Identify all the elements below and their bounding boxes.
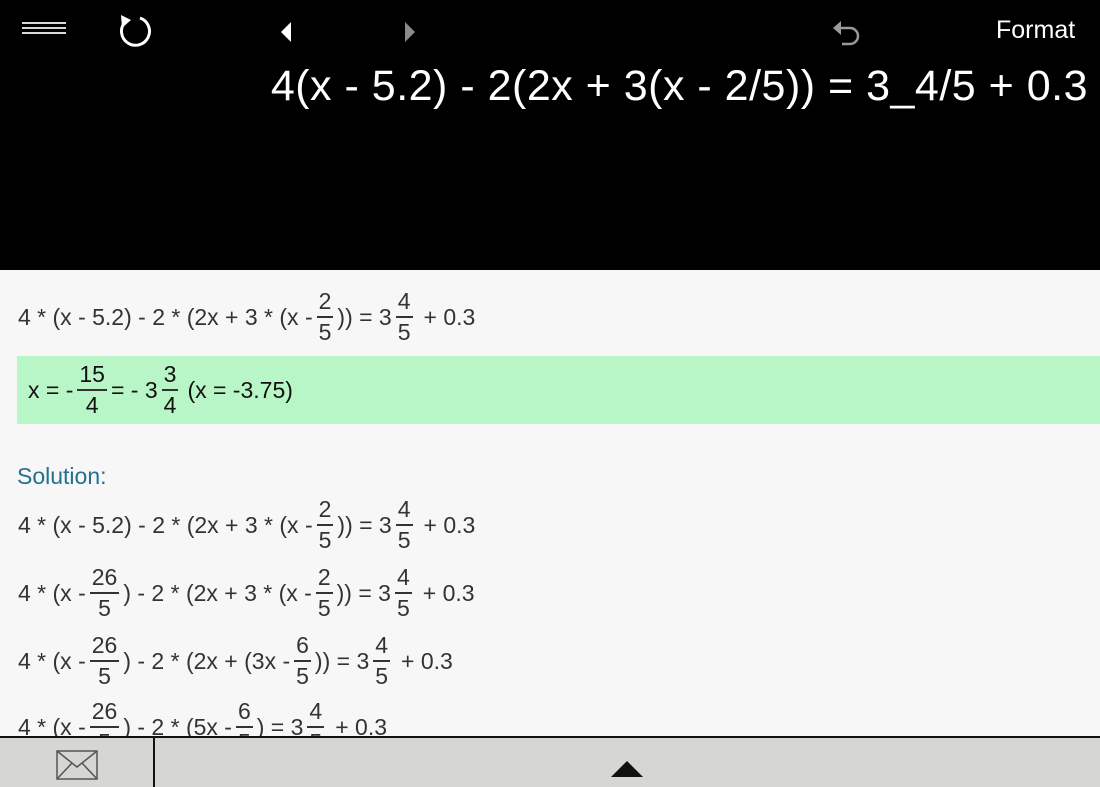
solution-step: 4 * (x - 26 5 ) - 2 * (5x - 6 5 ) = 3 4 … — [17, 700, 388, 737]
fraction-numerator: 2 — [315, 566, 333, 594]
solution-panel: 4 * (x - 5.2) - 2 * (2x + 3 * (x - 2 5 )… — [0, 270, 1100, 736]
fraction-denominator: 5 — [296, 663, 309, 689]
fraction-denominator: 5 — [317, 595, 331, 621]
fraction: 6 5 — [294, 634, 311, 688]
fraction-numerator: 4 — [307, 700, 325, 728]
refresh-icon[interactable] — [112, 10, 156, 54]
fraction: 26 5 — [89, 634, 120, 689]
fraction-numerator: 2 — [316, 498, 334, 526]
fraction-denominator: 5 — [98, 728, 111, 737]
fraction: 2 5 — [315, 566, 333, 621]
result-highlight: x = - 15 4 = - 3 3 4 (x = -3.75) — [17, 356, 1100, 424]
equation-text: ) - 2 * (2x + 3 * (x - — [123, 579, 312, 606]
back-arrow-icon[interactable] — [275, 18, 299, 46]
fraction-denominator: 4 — [163, 392, 177, 418]
equation-text: 4 * (x - — [18, 713, 86, 737]
fraction-numerator: 26 — [89, 700, 120, 728]
equation-text: 4 * (x - 5.2) - 2 * (2x + 3 * (x - — [18, 303, 313, 330]
equation-text: (x = -3.75) — [187, 376, 293, 403]
format-button[interactable]: Format — [996, 16, 1075, 45]
toolbar-divider — [153, 738, 155, 787]
fraction-denominator: 5 — [375, 663, 389, 689]
fraction: 3 4 — [161, 363, 179, 418]
fraction: 6 5 — [235, 700, 253, 737]
equation-text: + 0.3 — [423, 511, 476, 538]
fraction: 26 5 — [89, 700, 120, 737]
envelope-icon[interactable] — [56, 750, 98, 780]
equation-text: + 0.3 — [422, 579, 475, 606]
input-expression[interactable]: 4(x - 5.2) - 2(2x + 3(x - 2/5)) = 3_4/5 … — [271, 62, 1088, 111]
problem-equation: 4 * (x - 5.2) - 2 * (2x + 3 * (x - 2 5 )… — [17, 290, 476, 344]
equation-text: ) - 2 * (5x - — [123, 713, 232, 737]
expression-display: Format 4(x - 5.2) - 2(2x + 3(x - 2/5)) =… — [0, 0, 1100, 270]
fraction-denominator: 5 — [309, 728, 322, 737]
fraction-denominator: 5 — [238, 728, 251, 737]
equation-text: = - 3 — [110, 376, 158, 403]
forward-arrow-icon[interactable] — [397, 18, 421, 46]
equation-text: )) = 3 — [337, 303, 392, 330]
fraction: 4 5 — [373, 634, 391, 689]
fraction-numerator: 4 — [373, 634, 391, 662]
fraction-numerator: 4 — [395, 498, 413, 526]
fraction-denominator: 4 — [85, 392, 99, 418]
solution-step: 4 * (x - 5.2) - 2 * (2x + 3 * (x - 2 5 )… — [17, 498, 476, 552]
fraction-denominator: 5 — [318, 527, 332, 553]
result-equation: x = - 15 4 = - 3 3 4 (x = -3.75) — [27, 356, 294, 424]
hamburger-menu-icon[interactable] — [22, 22, 66, 36]
fraction: 4 5 — [395, 498, 413, 553]
fraction: 4 5 — [307, 700, 325, 737]
equation-text: )) = 3 — [336, 579, 391, 606]
solution-step: 4 * (x - 26 5 ) - 2 * (2x + 3 * (x - 2 5… — [17, 566, 476, 620]
fraction: 2 5 — [316, 498, 334, 553]
fraction-denominator: 5 — [397, 319, 411, 345]
fraction-numerator: 3 — [161, 363, 179, 391]
solution-step: 4 * (x - 26 5 ) - 2 * (2x + (3x - 6 5 ))… — [17, 634, 454, 688]
fraction-numerator: 6 — [294, 634, 311, 662]
fraction: 26 5 — [89, 566, 120, 621]
fraction: 2 5 — [316, 290, 334, 345]
equation-text: 4 * (x - 5.2) - 2 * (2x + 3 * (x - — [18, 511, 313, 538]
fraction-denominator: 5 — [397, 527, 411, 553]
equation-text: 4 * (x - — [18, 579, 86, 606]
chevron-up-icon[interactable] — [610, 760, 644, 778]
equation-text: x = - — [28, 376, 74, 403]
fraction-numerator: 26 — [89, 634, 120, 662]
solution-heading: Solution: — [17, 463, 107, 489]
fraction-numerator: 26 — [89, 566, 120, 594]
equation-text: ) = 3 — [256, 713, 304, 737]
fraction-denominator: 5 — [98, 663, 111, 689]
fraction-denominator: 5 — [396, 595, 410, 621]
equation-text: + 0.3 — [423, 303, 476, 330]
fraction-numerator: 2 — [316, 290, 334, 318]
equation-text: )) = 3 — [314, 647, 370, 674]
fraction-denominator: 5 — [318, 319, 332, 345]
equation-text: )) = 3 — [337, 511, 392, 538]
fraction-numerator: 4 — [394, 566, 412, 594]
fraction-numerator: 15 — [77, 363, 107, 391]
fraction: 15 4 — [77, 363, 107, 417]
fraction-denominator: 5 — [98, 595, 111, 621]
equation-text: ) - 2 * (2x + (3x - — [123, 647, 291, 674]
equation-text: + 0.3 — [401, 647, 453, 674]
bottom-toolbar — [0, 736, 1100, 787]
fraction: 4 5 — [394, 566, 412, 621]
equation-text: 4 * (x - — [18, 647, 86, 674]
equation-text: + 0.3 — [335, 713, 388, 737]
fraction-numerator: 6 — [235, 700, 253, 728]
fraction: 4 5 — [395, 290, 413, 345]
fraction-numerator: 4 — [395, 290, 413, 318]
undo-icon[interactable] — [830, 16, 864, 48]
